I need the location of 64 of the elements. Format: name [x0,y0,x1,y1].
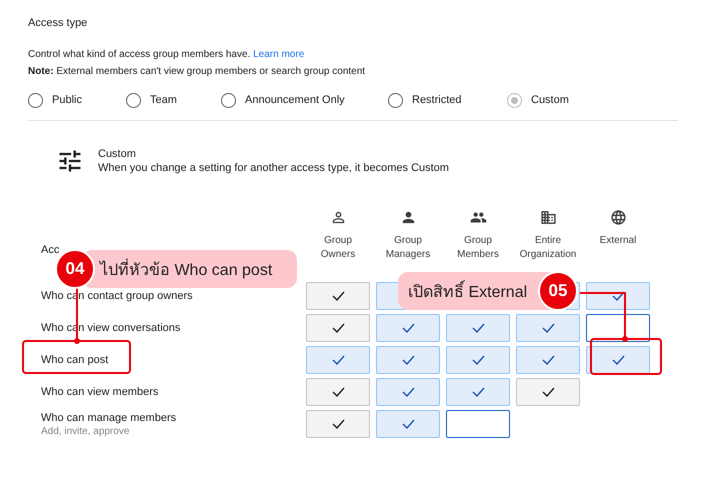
radio-label: Restricted [412,94,462,106]
check-icon [542,323,554,333]
permission-toggle[interactable] [586,346,650,374]
permission-toggle[interactable] [516,314,580,342]
highlight-frame [590,338,662,375]
permission-toggle[interactable] [586,314,650,342]
permission-toggle[interactable] [446,346,510,374]
description-text: Control what kind of access group members have. [28,49,252,60]
permission-toggle[interactable] [516,378,580,406]
radio-button[interactable] [221,92,236,108]
row-label: Who can post [41,354,110,366]
permission-toggle[interactable] [516,346,580,374]
check-icon [472,387,484,397]
check-icon [472,355,484,365]
permission-toggle[interactable] [376,346,440,374]
check-icon [472,323,484,333]
section-title: Access type [28,17,88,29]
building-icon [540,209,556,226]
check-icon [612,291,624,301]
check-icon [332,323,344,333]
check-icon [402,355,414,365]
learn-more-link[interactable]: Learn more [253,49,304,60]
check-icon [332,291,344,301]
column-header: External [600,234,636,248]
permission-toggle[interactable] [306,378,370,406]
column-header: Group Members [456,234,500,262]
check-icon [542,387,554,397]
row-sublabel: Add, invite, approve [41,426,130,436]
permission-toggle[interactable] [306,346,370,374]
check-icon [402,419,414,429]
column-header: Entire Organization [518,234,578,262]
column-header: Group Owners [320,234,356,262]
globe-icon [610,209,626,226]
row-label: Who can view members [41,386,160,398]
permission-toggle[interactable] [446,410,510,438]
custom-title: Custom [98,147,137,161]
permission-toggle[interactable] [306,410,370,438]
permission-toggle[interactable] [376,314,440,342]
radio-label: Custom [531,94,569,106]
check-icon [402,387,414,397]
row-label: Who can manage members [41,412,178,424]
check-icon [402,323,414,333]
radio-button[interactable] [388,92,403,108]
check-icon [612,355,624,365]
column-header: Group Managers [384,234,432,262]
radio-label: Team [150,94,177,106]
leader-line [580,292,628,342]
radio-button[interactable] [28,92,43,108]
check-icon [332,419,344,429]
radio-label: Public [52,94,82,106]
radio-label: Announcement Only [245,94,345,106]
custom-description: When you change a setting for another access type, it becomes Custom [98,161,449,175]
radio-button[interactable] [126,92,141,108]
permission-toggle[interactable] [306,282,370,310]
check-icon [542,355,554,365]
permission-toggle[interactable] [446,314,510,342]
check-icon [332,387,344,397]
permission-toggle[interactable] [306,314,370,342]
permission-toggle[interactable] [446,378,510,406]
permission-toggle[interactable] [376,378,440,406]
note-text: Note: External members can't view group members or search group content [28,65,366,79]
permission-toggle[interactable] [586,282,650,310]
permission-toggle[interactable] [376,410,440,438]
check-icon [332,355,344,365]
